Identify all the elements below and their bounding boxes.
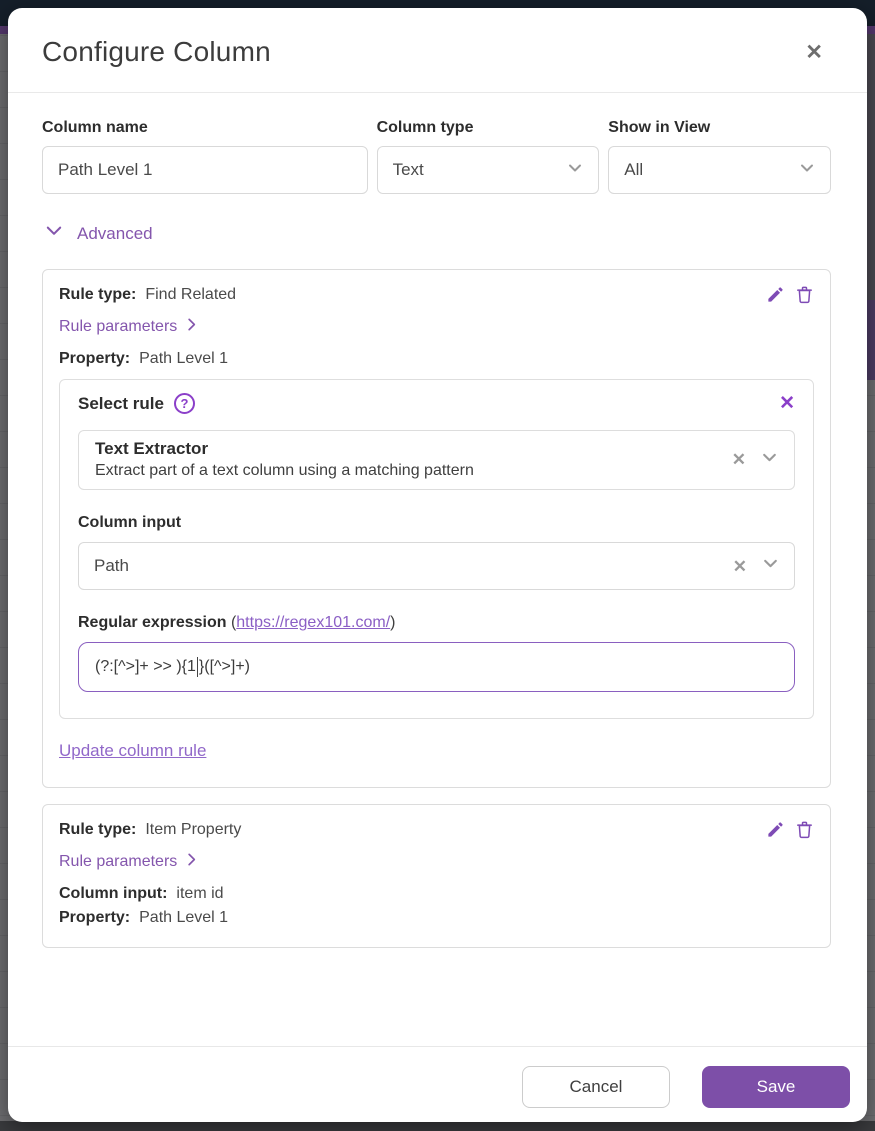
rule-type-dropdown[interactable]: Text Extractor Extract part of a text co… [78,430,795,490]
property-row: Property: Path Level 1 [59,909,814,927]
chevron-down-icon [567,160,583,181]
close-icon[interactable]: ✕ [805,42,823,63]
rule-parameters-link[interactable]: Rule parameters [59,317,199,337]
cancel-button[interactable]: Cancel [522,1066,670,1108]
rule-type-row: Rule type: Find Related [59,285,814,304]
regex-label-text: Regular expression [78,614,227,631]
save-button[interactable]: Save [702,1066,850,1108]
column-type-field: Column type Text [376,119,600,194]
edit-pencil-icon[interactable] [766,285,785,304]
help-icon[interactable]: ? [174,393,195,414]
property-row: Property: Path Level 1 [59,350,814,368]
chevron-right-icon [184,852,199,872]
text-caret [196,657,198,677]
rule-actions [766,820,814,839]
rule-parameters-label: Rule parameters [59,318,178,335]
column-type-select[interactable]: Text [376,146,600,194]
modal-footer: Cancel Save [8,1046,867,1122]
property-value: Path Level 1 [139,909,229,926]
chevron-down-icon [45,222,63,245]
advanced-label: Advanced [77,223,153,243]
update-column-rule-link[interactable]: Update column rule [59,741,206,761]
clear-icon[interactable]: ✕ [733,558,747,575]
select-rule-title: Select rule [78,393,164,413]
delete-trash-icon[interactable] [795,285,814,304]
property-label: Property: [59,350,131,367]
column-type-label: Column type [376,119,474,136]
column-input-row: Column input: item id [59,885,814,903]
column-name-field: Column name [42,119,368,194]
column-name-input[interactable] [42,146,368,194]
column-name-label: Column name [42,119,148,136]
modal-body: Column name Column type Text Show in Vie… [8,93,867,1046]
column-input-label: Column input: [59,885,168,902]
rule-type-label: Rule type: [59,820,137,838]
dropdown-controls: ✕ [732,449,778,471]
rule-card-find-related: Rule type: Find Related Rule parameters [42,269,831,788]
property-label: Property: [59,909,131,926]
rule-type-value: Find Related [145,285,237,303]
rule-type-dropdown-text: Text Extractor Extract part of a text co… [95,439,474,480]
clear-icon[interactable]: ✕ [732,451,746,468]
chevron-down-icon [762,555,779,577]
show-in-view-field: Show in View All [608,119,832,194]
column-input-label: Column input [78,514,182,531]
column-input-value: item id [176,885,224,902]
advanced-toggle[interactable]: Advanced [42,222,831,245]
selected-rule-description: Extract part of a text column using a ma… [95,462,474,479]
modal-title: Configure Column [42,36,271,67]
select-rule-header: Select rule ? ✕ [78,393,795,414]
top-fields-row: Column name Column type Text Show in Vie… [42,119,832,194]
modal-header: Configure Column ✕ [8,8,867,93]
column-type-value: Text [392,160,424,179]
rule-parameters-label: Rule parameters [59,853,178,870]
edit-pencil-icon[interactable] [766,820,785,839]
select-rule-panel: Select rule ? ✕ Text Extractor Extract p… [59,379,814,719]
property-value: Path Level 1 [139,350,229,367]
regex-value-after-caret: }([^>]+) [198,658,250,675]
dropdown-controls: ✕ [733,555,779,577]
selected-rule-name: Text Extractor [95,439,209,458]
regex-label: Regular expression (https://regex101.com… [78,614,795,632]
rule-type-row: Rule type: Item Property [59,820,814,839]
backdrop-right-purple-strip [866,300,875,380]
rule-type-value: Item Property [145,820,242,838]
regex-value-before-caret: (?:[^>]+ >> ){1 [95,658,196,675]
regex-link-suffix: ) [390,614,396,631]
regex-input[interactable]: (?:[^>]+ >> ){1}([^>]+) [78,642,795,692]
column-input-value: Path [94,556,129,575]
rule-card-item-property: Rule type: Item Property Rule parameters [42,804,831,948]
show-in-view-value: All [624,160,644,179]
configure-column-modal: Configure Column ✕ Column name Column ty… [8,8,867,1122]
chevron-right-icon [184,317,199,337]
show-in-view-label: Show in View [608,119,711,136]
rule-type-label: Rule type: [59,285,137,303]
chevron-down-icon [761,449,778,471]
rule-actions [766,285,814,304]
regex101-link[interactable]: https://regex101.com/ [236,614,390,631]
backdrop-right-strip [866,34,875,300]
delete-trash-icon[interactable] [795,820,814,839]
chevron-down-icon [799,160,815,181]
backdrop-bottom-bar [0,1121,875,1131]
column-input-select[interactable]: Path ✕ [78,542,795,590]
panel-close-icon[interactable]: ✕ [779,394,795,413]
rule-parameters-link[interactable]: Rule parameters [59,852,199,872]
show-in-view-select[interactable]: All [608,146,832,194]
